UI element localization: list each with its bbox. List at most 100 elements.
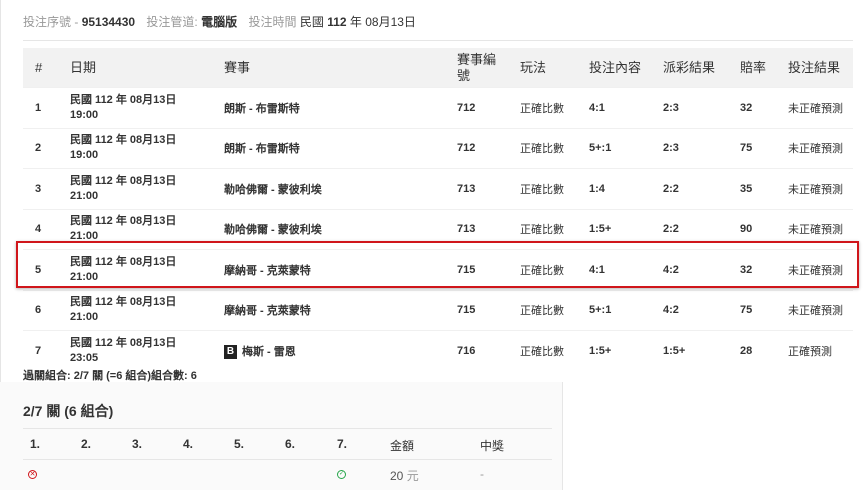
bet-table: # 日期 賽事 賽事編號 玩法 投注內容 派彩結果 賠率 投注結果 1 民國 11… xyxy=(23,48,853,371)
row-result: 2:2 xyxy=(651,168,728,209)
miss-icon: ✕ xyxy=(28,470,37,479)
table-row: 6 民國 112 年 08月13日 21:00 摩納哥 - 克萊蒙特 715 正確比數 5+… xyxy=(23,289,853,331)
col-odds: 賠率 xyxy=(728,48,776,88)
row-date: 民國 112 年 08月13日 19:00 xyxy=(58,127,212,169)
row-odds: 32 xyxy=(728,249,776,290)
row-result: 2:3 xyxy=(651,127,728,169)
row-play: 正確比數 xyxy=(508,168,577,209)
row-match: 朗斯 - 布雷斯特 xyxy=(212,127,445,169)
row-pick: 5+:1 xyxy=(577,289,651,331)
serial-value: 95134430 xyxy=(81,15,136,29)
col-code: 賽事編號 xyxy=(445,48,508,88)
row-index: 5 xyxy=(23,249,58,290)
row-outcome: 未正確預測 xyxy=(776,249,853,290)
row-date: 民國 112 年 08月13日 19:00 xyxy=(58,87,212,128)
row-code: 712 xyxy=(445,127,508,169)
col-index: # xyxy=(23,48,58,88)
row-date: 民國 112 年 08月13日 21:00 xyxy=(58,289,212,331)
col-pick: 投注內容 xyxy=(577,48,651,88)
row-result: 1:5+ xyxy=(651,330,728,371)
row-outcome: 正確預測 xyxy=(776,330,853,371)
time-value: 民國 112 年 08月13日 xyxy=(299,15,416,29)
row-index: 3 xyxy=(23,168,58,209)
row-pick: 5+:1 xyxy=(577,127,651,169)
row-odds: 90 xyxy=(728,208,776,250)
row-date: 民國 112 年 08月13日 23:05 xyxy=(58,330,212,371)
combo-col-3: 3. xyxy=(132,437,143,451)
row-play: 正確比數 xyxy=(508,127,577,169)
table-row: 4 民國 112 年 08月13日 21:00 勒哈佛爾 - 蒙彼利埃 713 正確比數 1… xyxy=(23,208,853,250)
combo-amount: 20 元 xyxy=(390,469,419,483)
row-odds: 35 xyxy=(728,168,776,209)
col-match: 賽事 xyxy=(212,48,445,88)
row-play: 正確比數 xyxy=(508,208,577,250)
row-match: 摩納哥 - 克萊蒙特 xyxy=(212,249,445,290)
bet-meta: 投注序號 - 95134430 投注管道: 電腦版 投注時間 民國 112 年 … xyxy=(23,13,424,30)
row-code: 712 xyxy=(445,87,508,128)
row-index: 2 xyxy=(23,127,58,169)
row-odds: 75 xyxy=(728,289,776,331)
row-play: 正確比數 xyxy=(508,87,577,128)
row-odds: 75 xyxy=(728,127,776,169)
combo-col-prize: 中獎 xyxy=(480,439,505,453)
row-match: 勒哈佛爾 - 蒙彼利埃 xyxy=(212,208,445,250)
table-row: 7 民國 112 年 08月13日 23:05 B 梅斯 - 雷恩 716 正確比數 1:5+… xyxy=(23,330,853,371)
table-row: 2 民國 112 年 08月13日 19:00 朗斯 - 布雷斯特 712 正確比數 5+:… xyxy=(23,127,853,169)
row-play: 正確比數 xyxy=(508,289,577,331)
row-code: 716 xyxy=(445,330,508,371)
row-index: 4 xyxy=(23,208,58,250)
col-outcome: 投注結果 xyxy=(776,48,853,88)
serial-label: 投注序號 - xyxy=(23,15,79,29)
combo-col-amount: 金額 xyxy=(390,439,415,453)
badge-icon: B xyxy=(224,344,237,359)
combo-col-1: 1. xyxy=(30,437,41,451)
col-play: 玩法 xyxy=(508,48,577,88)
row-match: 摩納哥 - 克萊蒙特 xyxy=(212,289,445,331)
combo-col-2: 2. xyxy=(81,437,92,451)
row-result: 2:3 xyxy=(651,87,728,128)
channel-label: 投注管道: xyxy=(146,15,198,29)
combo-row: ✕ ✓ 20 元 - xyxy=(23,459,552,490)
hit-icon: ✓ xyxy=(337,470,346,479)
row-outcome: 未正確預測 xyxy=(776,289,853,331)
row-outcome: 未正確預測 xyxy=(776,208,853,250)
combo-header: 1. 2. 3. 4. 5. 6. 7. 金額 中獎 xyxy=(23,428,552,460)
table-row: 5 民國 112 年 08月13日 21:00 摩納哥 - 克萊蒙特 715 正確比數 4:… xyxy=(23,249,853,290)
table-row: 1 民國 112 年 08月13日 19:00 朗斯 - 布雷斯特 712 正確比數 4:1… xyxy=(23,87,853,128)
row-pick: 4:1 xyxy=(577,87,651,128)
row-match: 朗斯 - 布雷斯特 xyxy=(212,87,445,128)
row-date: 民國 112 年 08月13日 21:00 xyxy=(58,208,212,250)
row-result: 4:2 xyxy=(651,249,728,290)
table-row: 3 民國 112 年 08月13日 21:00 勒哈佛爾 - 蒙彼利埃 713 正確比數 1… xyxy=(23,168,853,209)
row-index: 1 xyxy=(23,87,58,128)
channel-value: 電腦版 xyxy=(201,15,238,29)
row-code: 715 xyxy=(445,249,508,290)
row-result: 4:2 xyxy=(651,289,728,331)
combo-summary: 過關組合: 2/7 關 (=6 組合)組合數: 6 xyxy=(23,370,197,382)
row-pick: 4:1 xyxy=(577,249,651,290)
divider xyxy=(23,40,853,41)
row-pick: 1:4 xyxy=(577,168,651,209)
time-label: 投注時間 xyxy=(248,15,297,29)
row-date: 民國 112 年 08月13日 21:00 xyxy=(58,168,212,209)
row-odds: 28 xyxy=(728,330,776,371)
combo-col-6: 6. xyxy=(285,437,296,451)
combo-prize: - xyxy=(480,467,484,481)
row-match: 勒哈佛爾 - 蒙彼利埃 xyxy=(212,168,445,209)
combo-col-4: 4. xyxy=(183,437,194,451)
combo-col-7: 7. xyxy=(337,437,348,451)
row-index: 6 xyxy=(23,289,58,331)
row-outcome: 未正確預測 xyxy=(776,168,853,209)
row-code: 713 xyxy=(445,168,508,209)
row-match: B 梅斯 - 雷恩 xyxy=(212,330,445,371)
row-odds: 32 xyxy=(728,87,776,128)
row-code: 715 xyxy=(445,289,508,331)
row-code: 713 xyxy=(445,208,508,250)
combo-col-5: 5. xyxy=(234,437,245,451)
col-result: 派彩結果 xyxy=(651,48,728,88)
row-play: 正確比數 xyxy=(508,330,577,371)
row-pick: 1:5+ xyxy=(577,330,651,371)
row-outcome: 未正確預測 xyxy=(776,127,853,169)
panel-title: 2/7 關 (6 組合) xyxy=(23,403,114,419)
row-result: 2:2 xyxy=(651,208,728,250)
